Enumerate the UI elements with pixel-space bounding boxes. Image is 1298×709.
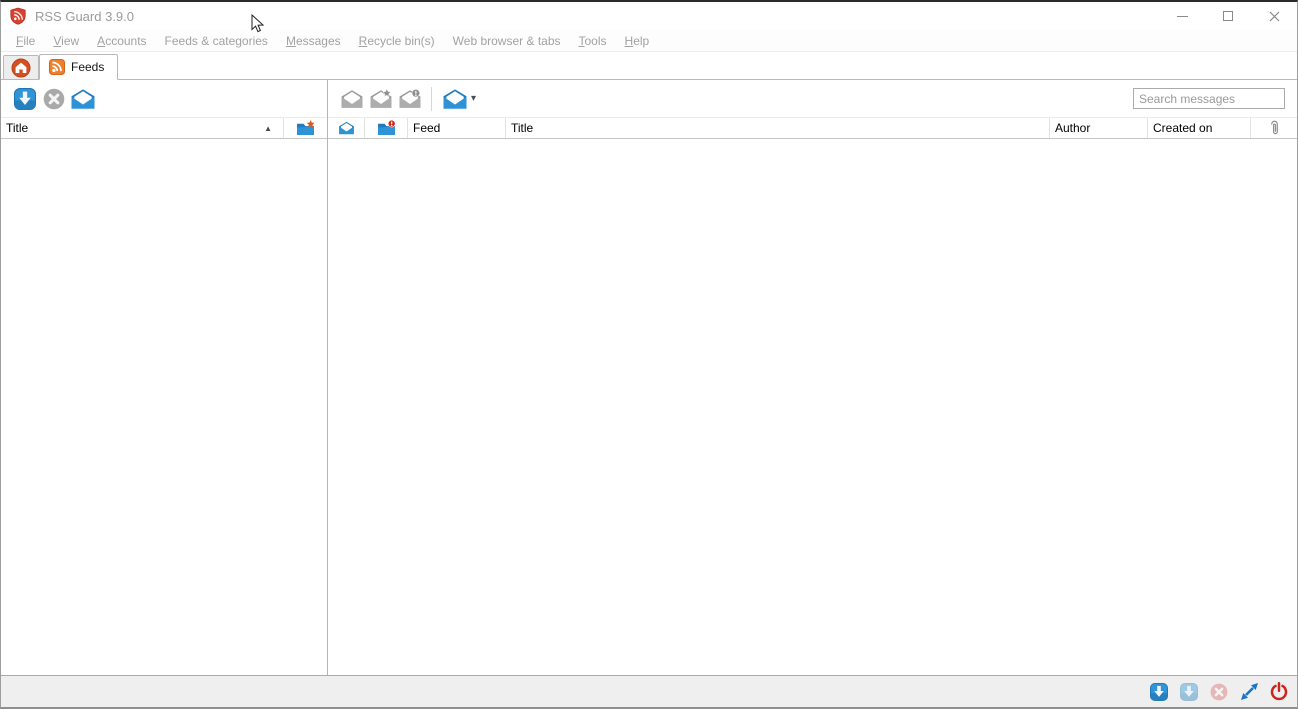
title-column-label: Title xyxy=(511,121,534,135)
stop-disabled-icon xyxy=(1210,683,1228,700)
fullscreen-toggle-button[interactable] xyxy=(1238,681,1260,703)
stop-icon xyxy=(43,88,64,109)
mark-message-important-button[interactable] xyxy=(395,84,424,113)
mark-message-starred-button[interactable] xyxy=(366,84,395,113)
menubar: File View Accounts Feeds & categories Me… xyxy=(1,30,1297,52)
expand-arrows-icon xyxy=(1240,683,1258,700)
search-messages-input[interactable] xyxy=(1133,88,1285,109)
mark-message-read-button[interactable] xyxy=(337,84,366,113)
menu-item-recycle-bin[interactable]: Recycle bin(s) xyxy=(350,31,444,51)
mark-all-feeds-read-button[interactable] xyxy=(68,84,97,113)
messages-toolbar: ▾ xyxy=(328,80,1297,117)
menu-item-file[interactable]: File xyxy=(7,31,44,51)
home-icon xyxy=(11,58,31,77)
minimize-button[interactable] xyxy=(1159,2,1205,30)
envelope-exclamation-icon xyxy=(399,88,420,108)
created-on-column-header[interactable]: Created on xyxy=(1148,118,1251,138)
maximize-button[interactable] xyxy=(1205,2,1251,30)
messages-list[interactable] xyxy=(328,139,1297,675)
tab-bar: Feeds xyxy=(1,52,1297,80)
download-disabled-icon xyxy=(1180,682,1198,701)
envelope-star-icon xyxy=(370,88,391,108)
update-all-feeds-button[interactable] xyxy=(10,84,39,113)
folder-exclamation-icon xyxy=(377,120,395,136)
paperclip-icon xyxy=(1270,120,1278,135)
maximize-icon xyxy=(1223,11,1233,21)
download-icon xyxy=(1150,682,1168,701)
rss-icon xyxy=(49,59,65,75)
feeds-header: Title ▲ xyxy=(1,117,327,139)
menu-item-messages[interactable]: Messages xyxy=(277,31,350,51)
quit-button[interactable] xyxy=(1268,681,1290,703)
download-icon xyxy=(13,87,36,110)
feeds-list[interactable] xyxy=(1,139,327,675)
menu-item-accounts[interactable]: Accounts xyxy=(88,31,155,51)
window-title: RSS Guard 3.9.0 xyxy=(35,8,134,24)
window-controls xyxy=(1159,2,1297,30)
menu-item-help[interactable]: Help xyxy=(616,31,659,51)
statusbar-stop-update-button xyxy=(1208,681,1230,703)
close-button[interactable] xyxy=(1251,2,1297,30)
sort-ascending-icon: ▲ xyxy=(264,123,272,133)
statusbar-update-selected-button xyxy=(1178,681,1200,703)
attachment-column-header[interactable] xyxy=(1251,118,1297,138)
envelope-gray-icon xyxy=(341,89,362,108)
open-envelope-blue-icon xyxy=(443,88,467,109)
author-column-header[interactable]: Author xyxy=(1050,118,1148,138)
envelope-blue-icon xyxy=(338,121,354,135)
menu-item-feeds-categories[interactable]: Feeds & categories xyxy=(156,31,277,51)
stop-update-button[interactable] xyxy=(39,84,68,113)
power-icon xyxy=(1270,681,1288,700)
messages-pane: ▾ Search messages Feed Title Author Crea… xyxy=(328,80,1297,675)
titlebar: RSS Guard 3.9.0 xyxy=(1,2,1297,30)
feed-column-header[interactable]: Feed xyxy=(408,118,506,138)
menu-item-web-browser-tabs[interactable]: Web browser & tabs xyxy=(444,31,570,51)
close-icon xyxy=(1269,11,1279,21)
tab-feeds-label: Feeds xyxy=(71,60,105,74)
feeds-toolbar xyxy=(1,80,327,117)
title-column-header[interactable]: Title xyxy=(506,118,1050,138)
read-column-header[interactable] xyxy=(328,118,365,138)
created-on-column-label: Created on xyxy=(1153,121,1213,135)
main-area: Title ▲ ▾ Search messages Feed Title Aut… xyxy=(1,80,1297,675)
feeds-pane: Title ▲ xyxy=(1,80,327,675)
dropdown-caret-icon: ▾ xyxy=(470,93,477,104)
feeds-counts-column-header[interactable] xyxy=(284,118,327,138)
toolbar-separator xyxy=(431,86,432,111)
app-shield-icon xyxy=(10,7,26,25)
author-column-label: Author xyxy=(1055,121,1091,135)
statusbar xyxy=(1,675,1297,707)
rss-guard-window: RSS Guard 3.9.0 File View Accounts Feeds… xyxy=(0,0,1298,709)
feed-column-label: Feed xyxy=(413,121,441,135)
feeds-title-column-header[interactable]: Title ▲ xyxy=(1,118,284,138)
feeds-title-column-label: Title xyxy=(6,121,29,135)
open-envelope-icon xyxy=(71,88,94,109)
tab-home[interactable] xyxy=(3,55,39,79)
menu-item-view[interactable]: View xyxy=(44,31,88,51)
tab-feeds[interactable]: Feeds xyxy=(39,54,119,80)
statusbar-update-feeds-button[interactable] xyxy=(1148,681,1170,703)
minimize-icon xyxy=(1176,15,1188,17)
folder-star-icon xyxy=(297,120,315,136)
importance-column-header[interactable] xyxy=(365,118,408,138)
messages-header: Feed Title Author Created on xyxy=(328,117,1297,139)
mark-all-messages-read-button[interactable]: ▾ xyxy=(439,84,479,113)
menu-item-tools[interactable]: Tools xyxy=(570,31,616,51)
